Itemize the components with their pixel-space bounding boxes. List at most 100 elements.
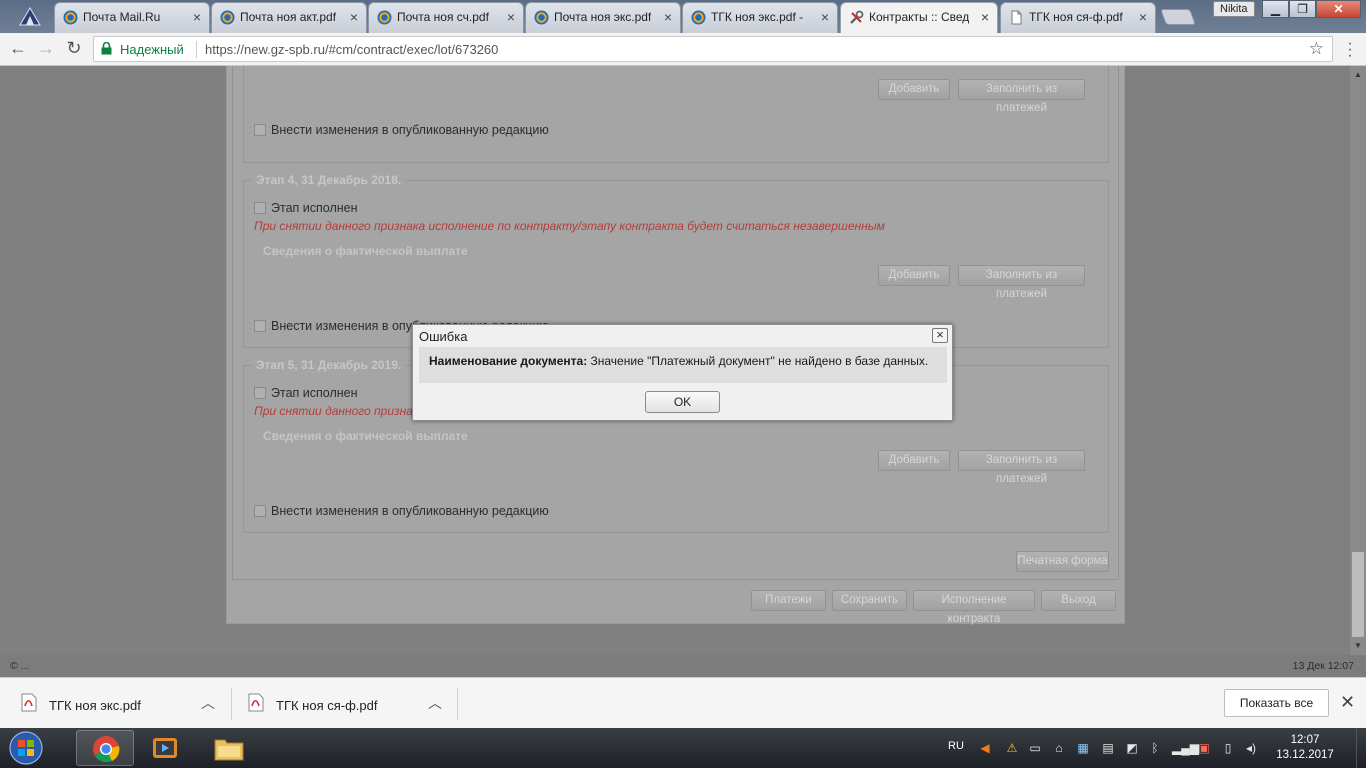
media-player-icon <box>153 738 177 758</box>
warning-text: При снятии данного признака исполнение п… <box>254 219 885 233</box>
new-tab-button[interactable] <box>1160 9 1196 25</box>
profile-name[interactable]: Nikita <box>1213 1 1255 17</box>
copyright-text: © ... <box>10 660 30 672</box>
close-icon[interactable]: × <box>981 3 989 31</box>
show-desktop-button[interactable] <box>1356 728 1366 768</box>
fill-from-payments-button[interactable]: Заполнить из платежей <box>958 79 1085 114</box>
add-button[interactable]: Добавить <box>878 450 950 471</box>
show-all-downloads-button[interactable]: Показать все <box>1224 689 1329 717</box>
menu-icon[interactable]: · · · <box>1340 36 1360 64</box>
tab-mail-invoice[interactable]: Почта ноя сч.pdf × <box>368 2 524 33</box>
mail-at-icon <box>534 10 549 25</box>
checkbox[interactable] <box>254 320 266 332</box>
back-button[interactable]: ← <box>6 37 30 61</box>
checkbox-label: Этап исполнен <box>271 386 358 400</box>
network-share-icon[interactable]: ▦ <box>1076 741 1090 755</box>
taskbar-explorer[interactable] <box>200 730 258 766</box>
tab-tgk-sf[interactable]: ТГК ноя ся-ф.pdf × <box>1000 2 1156 33</box>
print-form-button[interactable]: Печатная форма <box>1016 551 1109 572</box>
windows-start-icon[interactable] <box>4 730 48 766</box>
battery-icon[interactable]: ▯ <box>1221 741 1235 755</box>
scroll-up-icon[interactable]: ▲ <box>1354 70 1362 79</box>
pdf-file-icon <box>248 693 264 712</box>
tab-contracts[interactable]: Контракты :: Свед × <box>840 2 998 34</box>
clock-date: 13.12.2017 <box>1276 749 1334 761</box>
divider <box>457 688 458 720</box>
close-icon[interactable]: × <box>350 3 358 31</box>
close-icon[interactable]: × <box>821 3 829 31</box>
checkbox-label: Внести изменения в опубликованную редакц… <box>271 123 549 137</box>
address-bar[interactable]: Надежный https://new.gz-spb.ru/#cm/contr… <box>93 36 1333 62</box>
network-icon[interactable]: ▣ <box>1197 741 1211 755</box>
reload-button[interactable]: ↻ <box>62 37 86 61</box>
close-icon[interactable]: × <box>193 3 201 31</box>
tab-mail-act[interactable]: Почта ноя акт.pdf × <box>211 2 367 33</box>
taskbar-media-player[interactable] <box>136 730 194 766</box>
tab-label: Почта ноя сч.pdf <box>397 10 489 24</box>
tab-mail-exp[interactable]: Почта ноя экс.pdf × <box>525 2 681 33</box>
secure-label: Надежный <box>120 42 184 57</box>
close-icon[interactable]: × <box>1139 3 1147 31</box>
browser-toolbar: ← → ↻ Надежный https://new.gz-spb.ru/#cm… <box>0 33 1366 66</box>
save-button[interactable]: Сохранить <box>832 590 907 611</box>
mail-at-icon <box>691 10 706 25</box>
fill-from-payments-button[interactable]: Заполнить из платежей <box>958 450 1085 485</box>
ok-button[interactable]: OK <box>645 391 720 413</box>
monitor-icon[interactable]: ▭ <box>1028 741 1042 755</box>
lock-icon[interactable]: ⌂ <box>1052 741 1066 755</box>
checkbox[interactable] <box>254 202 266 214</box>
contract-execution-button[interactable]: Исполнение контракта <box>913 590 1035 625</box>
url-text[interactable]: https://new.gz-spb.ru/#cm/contract/exec/… <box>205 42 498 57</box>
scroll-down-icon[interactable]: ▼ <box>1354 641 1362 650</box>
close-icon[interactable]: ✕ <box>1340 692 1355 713</box>
checkbox[interactable] <box>254 387 266 399</box>
download-filename: ТГК ноя ся-ф.pdf <box>276 698 378 713</box>
stage-done-checkbox-row[interactable]: Этап исполнен <box>254 385 358 401</box>
add-button[interactable]: Добавить <box>878 265 950 286</box>
taskbar-chrome[interactable] <box>76 730 134 766</box>
volume-icon[interactable]: ◂) <box>1244 741 1258 755</box>
fill-from-payments-button[interactable]: Заполнить из платежей <box>958 265 1085 300</box>
signal-icon[interactable]: ▂▄▆ <box>1172 741 1199 755</box>
maximize-button[interactable]: ❐ <box>1289 0 1316 18</box>
system-clock[interactable]: 12:07 13.12.2017 <box>1270 733 1340 763</box>
window-close-button[interactable]: ✕ <box>1316 0 1361 18</box>
warning-icon[interactable]: ⚠ <box>1005 741 1019 755</box>
browser-tab-strip: Почта Mail.Ru × Почта ноя акт.pdf × Почт… <box>0 0 1366 34</box>
chevron-up-icon[interactable]: ︿ <box>201 693 215 713</box>
payment-info-heading: Сведения о фактической выплате <box>263 429 468 443</box>
close-icon[interactable]: × <box>664 3 672 31</box>
close-icon: × <box>936 327 944 342</box>
checkbox[interactable] <box>254 505 266 517</box>
chevron-up-icon[interactable]: ︿ <box>428 693 442 713</box>
speaker-alert-icon[interactable]: ◀ <box>978 741 992 755</box>
app-logo-icon <box>19 7 41 26</box>
download-item[interactable]: ТГК ноя экс.pdf ︿ <box>21 687 217 721</box>
forward-button[interactable]: → <box>34 37 58 61</box>
exit-button[interactable]: Выход <box>1041 590 1116 611</box>
publish-changes-checkbox-row[interactable]: Внести изменения в опубликованную редакц… <box>254 122 549 138</box>
arrow-left-icon: ← <box>9 38 27 58</box>
bluetooth-icon[interactable]: ᛒ <box>1148 741 1162 755</box>
tab-label: Почта Mail.Ru <box>83 10 161 24</box>
tab-mail-ru[interactable]: Почта Mail.Ru × <box>54 2 210 33</box>
arrow-right-icon: → <box>37 38 55 58</box>
publish-changes-checkbox-row[interactable]: Внести изменения в опубликованную редакц… <box>254 503 549 519</box>
add-button[interactable]: Добавить <box>878 79 950 100</box>
tab-tgk-exp[interactable]: ТГК ноя экс.pdf - × <box>682 2 838 33</box>
star-icon[interactable]: ☆ <box>1309 39 1324 59</box>
mail-at-icon <box>220 10 235 25</box>
scrollbar-thumb[interactable] <box>1352 552 1364 637</box>
close-icon[interactable]: × <box>507 3 515 31</box>
download-item[interactable]: ТГК ноя ся-ф.pdf ︿ <box>248 687 444 721</box>
vertical-scrollbar[interactable]: ▲ ▼ <box>1350 66 1366 655</box>
language-indicator[interactable]: RU <box>948 740 964 752</box>
stage-done-checkbox-row[interactable]: Этап исполнен <box>254 200 358 216</box>
dialog-close-button[interactable]: × <box>932 328 948 343</box>
dialog-title: Ошибка <box>419 329 468 344</box>
graphics-icon[interactable]: ◩ <box>1125 741 1139 755</box>
device-icon[interactable]: ▤ <box>1101 741 1115 755</box>
checkbox[interactable] <box>254 124 266 136</box>
payments-button[interactable]: Платежи <box>751 590 826 611</box>
minimize-button[interactable]: ▁ <box>1262 0 1289 18</box>
